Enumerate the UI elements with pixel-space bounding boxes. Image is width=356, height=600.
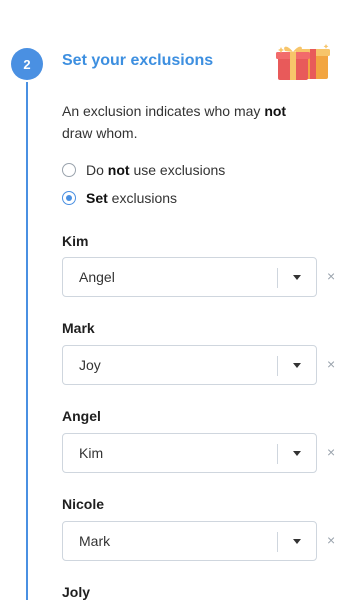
- exclusion-description: An exclusion indicates who may not draw …: [62, 100, 312, 144]
- radio-circle-checked[interactable]: [62, 191, 76, 205]
- radio-circle[interactable]: [62, 163, 76, 177]
- radio-label-set-exclusions: Set exclusions: [86, 190, 177, 206]
- description-text: An exclusion indicates who may: [62, 103, 265, 119]
- label-post: use exclusions: [129, 162, 226, 178]
- dropdown-arrow-icon[interactable]: [293, 451, 301, 456]
- person-label-joly: Joly: [62, 584, 91, 600]
- radio-no-exclusions[interactable]: Do not use exclusions: [62, 162, 225, 178]
- dropdown-arrow-icon[interactable]: [293, 363, 301, 368]
- label-pre: Do: [86, 162, 108, 178]
- exclusion-select-mark[interactable]: Joy: [62, 345, 317, 385]
- clear-icon[interactable]: ×: [327, 268, 335, 284]
- person-label-angel: Angel: [62, 408, 101, 424]
- section-title: Set your exclusions: [62, 52, 214, 69]
- gift-icon: [276, 44, 330, 80]
- clear-icon[interactable]: ×: [327, 444, 335, 460]
- select-separator: [277, 356, 278, 376]
- dropdown-arrow-icon[interactable]: [293, 539, 301, 544]
- step-timeline-line: [26, 82, 28, 600]
- radio-set-exclusions[interactable]: Set exclusions: [62, 190, 177, 206]
- select-separator: [277, 444, 278, 464]
- exclusion-select-nicole[interactable]: Mark: [62, 521, 317, 561]
- select-value: Mark: [79, 533, 111, 549]
- select-separator: [277, 532, 278, 552]
- select-value: Kim: [79, 445, 104, 461]
- label-bold: not: [107, 162, 130, 178]
- step-number: 2: [23, 56, 31, 72]
- exclusion-select-kim[interactable]: Angel: [62, 257, 317, 297]
- description-text-2: draw whom.: [62, 125, 138, 141]
- select-value: Angel: [79, 269, 115, 285]
- person-label-nicole: Nicole: [62, 496, 105, 512]
- description-emphasis: not: [264, 103, 287, 119]
- label-post: exclusions: [107, 190, 178, 206]
- clear-icon[interactable]: ×: [327, 356, 335, 372]
- step-number-badge: 2: [11, 48, 43, 80]
- select-value: Joy: [79, 357, 101, 373]
- radio-label-no-exclusions: Do not use exclusions: [86, 162, 225, 178]
- label-bold: Set: [86, 190, 108, 206]
- clear-icon[interactable]: ×: [327, 532, 335, 548]
- person-label-mark: Mark: [62, 320, 95, 336]
- exclusion-select-angel[interactable]: Kim: [62, 433, 317, 473]
- dropdown-arrow-icon[interactable]: [293, 275, 301, 280]
- person-label-kim: Kim: [62, 233, 89, 249]
- select-separator: [277, 268, 278, 288]
